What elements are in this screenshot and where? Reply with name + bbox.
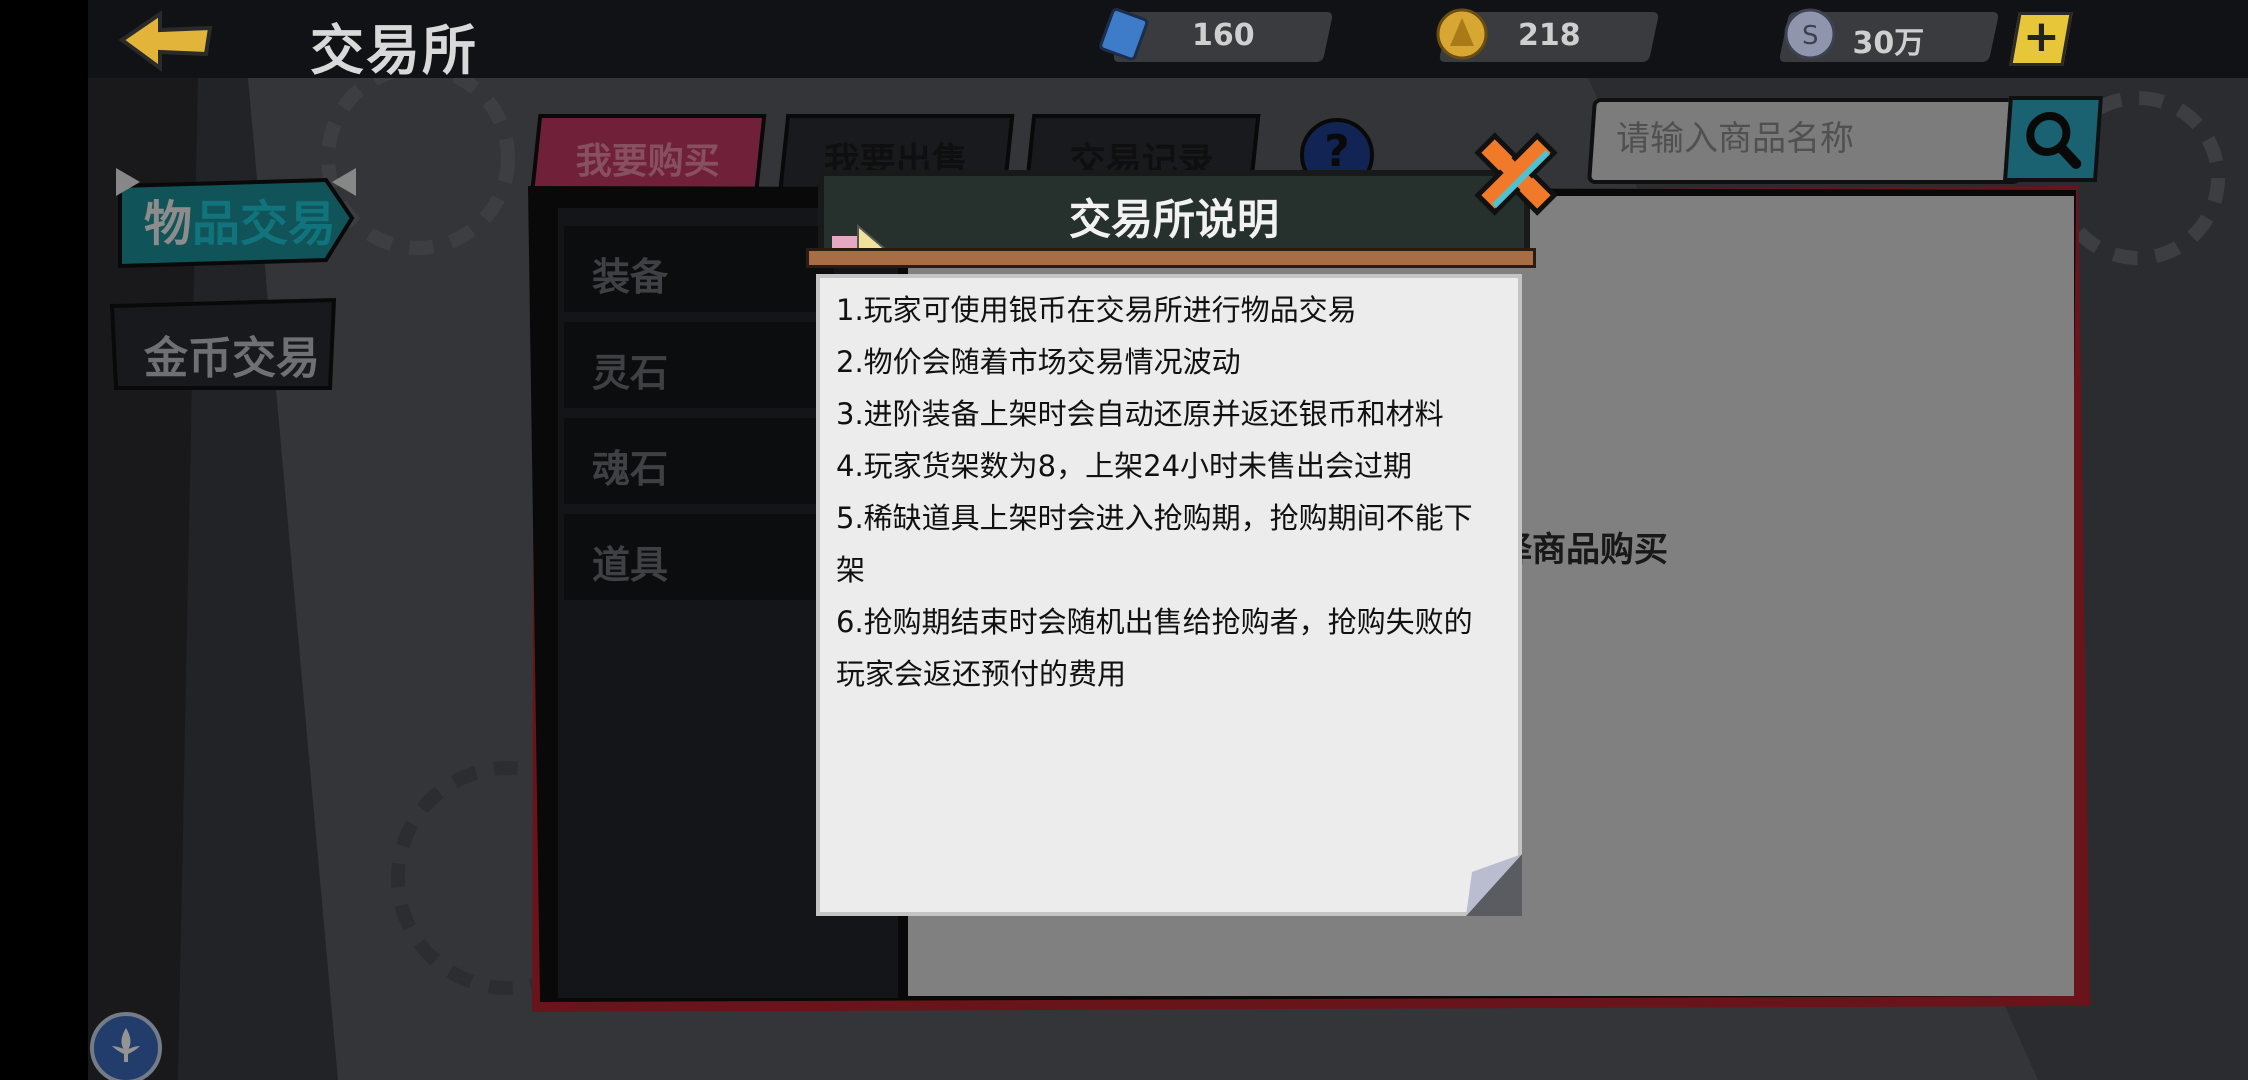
plus-icon: + [2023,11,2060,62]
top-bar: 交易所 160 218 30万 S + [88,0,2248,82]
add-currency-button[interactable]: + [2009,11,2073,66]
dialog-body [816,274,1522,916]
svg-text:S: S [1802,21,1819,51]
gold-coin-icon [1436,8,1488,60]
dialog-header [818,170,1530,268]
silver-coin-icon: S [1784,8,1836,60]
ticket-icon [1099,7,1149,61]
close-icon[interactable] [1468,126,1564,222]
back-arrow-icon[interactable] [116,10,216,72]
page-curl [1466,854,1522,916]
page-title: 交易所 [310,19,478,82]
